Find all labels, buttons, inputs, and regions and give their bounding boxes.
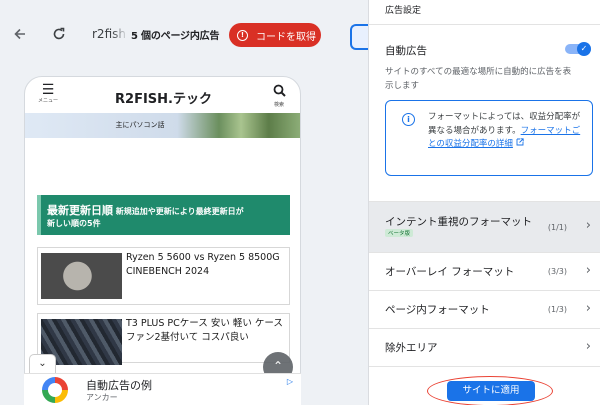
format-label: オーバーレイ フォーマット: [385, 266, 515, 278]
url-fade: [112, 20, 128, 48]
mobile-preview: ☰ メニュー R2FISH.テック 検索 主にパソコン話 最新更新日順 新規追加…: [24, 76, 301, 405]
preview-pane: r2fish 5 個のページ内広告 ! コードを取得 ☰ メニュー R2FISH…: [0, 0, 344, 405]
section-heading: 最新更新日順 新規追加や更新により最終更新日が 新しい順の5件: [37, 195, 290, 235]
section-heading-line2: 新しい順の5件: [47, 219, 101, 228]
chevron-right-icon: ›: [585, 218, 591, 233]
article-card[interactable]: Ryzen 5 5600 vs Ryzen 5 8500G CINEBENCH …: [37, 247, 290, 305]
apply-to-site-button[interactable]: サイトに適用: [447, 381, 535, 401]
panel-title: 広告設定: [385, 6, 422, 16]
format-intent[interactable]: インテント重視のフォーマット ベータ版 (1/1) ›: [369, 202, 600, 253]
article-card[interactable]: T3 PLUS PCケース 安い 軽い ケースファン2基付いて コスパ良い: [37, 313, 290, 365]
ads-count-label: 5 個のページ内広告: [131, 31, 220, 42]
banner-text: 主にパソコン話: [115, 121, 165, 129]
format-in-page[interactable]: ページ内フォーマット (1/3) ›: [369, 291, 600, 329]
chevron-down-icon: ⌄: [38, 358, 47, 369]
chevron-up-icon: ⌃: [272, 359, 284, 373]
format-count: (1/3): [547, 305, 567, 314]
beta-badge: ベータ版: [385, 229, 414, 237]
info-icon: i: [402, 113, 415, 126]
format-overlay[interactable]: オーバーレイ フォーマット (3/3) ›: [369, 253, 600, 291]
get-code-label: コードを取得: [256, 31, 316, 43]
get-code-button[interactable]: ! コードを取得: [229, 23, 321, 47]
site-banner: 主にパソコン話: [25, 113, 300, 138]
preview-toolbar: r2fish 5 個のページ内広告 ! コードを取得: [0, 0, 344, 70]
format-count: (1/1): [547, 223, 567, 232]
article-title[interactable]: Ryzen 5 5600 vs Ryzen 5 8500G CINEBENCH …: [126, 251, 286, 279]
info-text: フォーマットによっては、収益分配率が異なる場合があります。フォーマットごとの収益…: [428, 111, 588, 152]
ad-choices-icon[interactable]: ▷: [287, 377, 293, 386]
collapse-anchor-button[interactable]: ⌄: [29, 354, 56, 374]
article-thumbnail: [41, 253, 122, 299]
format-label: ページ内フォーマット: [385, 304, 490, 316]
arrow-left-icon: [14, 28, 25, 40]
search-icon: [273, 84, 286, 97]
article-title[interactable]: T3 PLUS PCケース 安い 軽い ケースファン2基付いて コスパ良い: [126, 317, 286, 345]
info-callout: i フォーマットによっては、収益分配率が異なる場合があります。フォーマットごとの…: [385, 100, 593, 176]
divider: [369, 24, 600, 25]
section-heading-big: 最新更新日順: [47, 204, 113, 217]
excluded-areas[interactable]: 除外エリア ›: [369, 329, 600, 367]
format-label: インテント重視のフォーマット: [385, 216, 532, 228]
google-logo: [42, 377, 68, 403]
site-title[interactable]: R2FISH.テック: [25, 88, 300, 107]
auto-ads-label: 自動広告: [385, 45, 427, 57]
search-label: 検索: [273, 102, 284, 108]
check-icon: ✓: [577, 42, 591, 56]
format-label: 除外エリア: [385, 342, 438, 354]
alert-circle-icon: !: [237, 29, 248, 41]
format-count: (3/3): [547, 267, 567, 276]
site-search-button[interactable]: 検索: [268, 82, 290, 108]
external-link-icon[interactable]: [516, 138, 524, 146]
chevron-right-icon: ›: [585, 339, 591, 354]
anchor-ad[interactable]: 自動広告の例 アンカー ▷: [24, 373, 301, 405]
ad-settings-panel: 広告設定 自動広告 ✓ サイトのすべての最適な場所に自動的に広告を表示します i…: [368, 0, 600, 405]
back-button[interactable]: [8, 22, 32, 46]
auto-ads-toggle[interactable]: ✓: [565, 42, 593, 56]
ad-title: 自動広告の例: [86, 379, 152, 392]
panel-toggle-tab[interactable]: [350, 24, 368, 50]
pane-divider: [344, 0, 368, 405]
reload-button[interactable]: [47, 22, 71, 46]
chevron-right-icon: ›: [585, 263, 591, 278]
ad-subtitle: アンカー: [86, 393, 118, 402]
site-header: ☰ メニュー R2FISH.テック 検索: [25, 77, 300, 113]
auto-ads-description: サイトのすべての最適な場所に自動的に広告を表示します: [385, 67, 572, 91]
section-heading-rest: 新規追加や更新により最終更新日が: [113, 207, 244, 216]
chevron-right-icon: ›: [585, 301, 591, 316]
reload-icon: [53, 27, 65, 40]
